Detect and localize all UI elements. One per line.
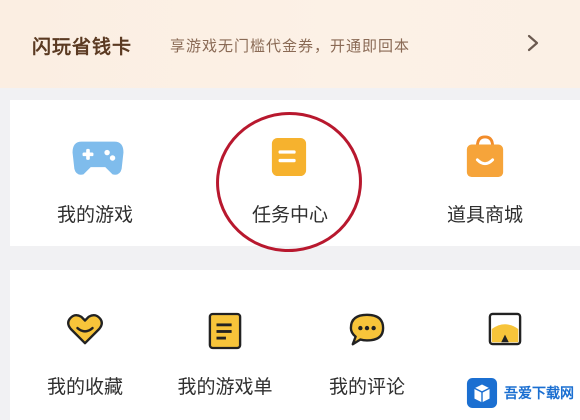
menu-item-my-game-list[interactable]: 我的游戏单 — [170, 308, 280, 408]
menu-item-label: 我的评论 — [328, 376, 405, 398]
menu-item-label: 道具商城 — [446, 204, 523, 226]
list-note-icon — [208, 312, 242, 350]
box-logo-icon — [466, 377, 498, 409]
watermark-text: 吾爱下载网 — [504, 386, 574, 402]
menu-item-label: 我的游戏单 — [177, 376, 273, 398]
menu-item-label: 我的游戏 — [56, 204, 133, 226]
banner-brand: 闪玩省钱卡 — [32, 36, 133, 58]
site-watermark: 吾爱下载网 — [462, 372, 574, 414]
menu-item-props-mall[interactable]: 道具商城 — [430, 130, 540, 230]
banner-description: 享游戏无门槛代金券，开通即回本 — [170, 37, 411, 55]
menu-item-my-favorites[interactable]: 我的收藏 — [30, 308, 140, 408]
shopping-bag-icon — [466, 135, 504, 177]
comment-bubble-icon — [349, 313, 385, 346]
menu-item-label: 我的收藏 — [46, 376, 123, 398]
gamepad-icon — [72, 141, 124, 175]
menu-item-my-games[interactable]: 我的游戏 — [40, 130, 150, 230]
chevron-right-icon — [527, 34, 539, 52]
picture-frame-icon — [488, 312, 522, 346]
heart-icon — [67, 314, 103, 345]
savings-card-banner[interactable]: 闪玩省钱卡 享游戏无门槛代金券，开通即回本 — [0, 0, 580, 88]
menu-item-my-comments[interactable]: 我的评论 — [312, 308, 422, 408]
